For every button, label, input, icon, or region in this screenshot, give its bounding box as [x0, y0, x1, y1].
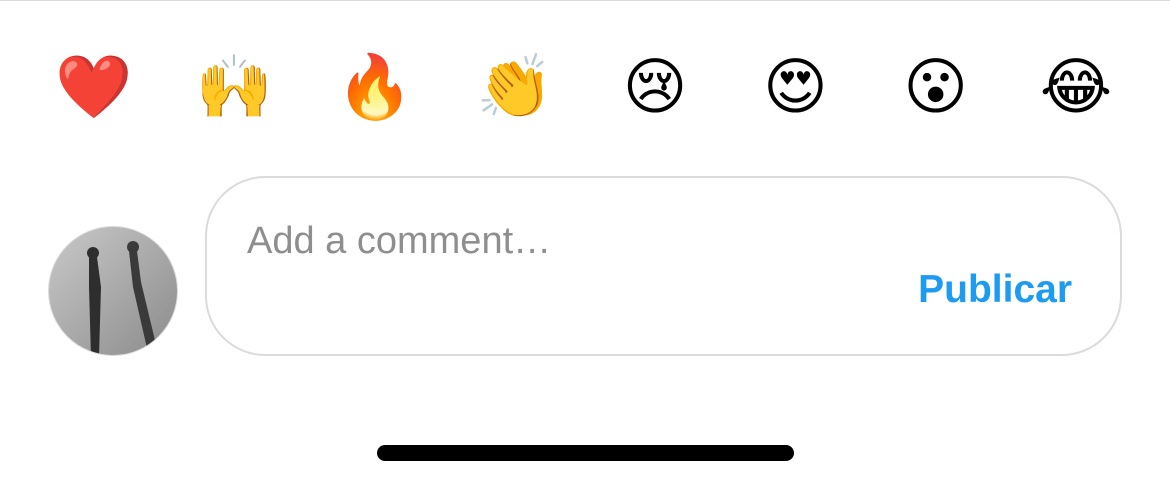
surprised-face-icon[interactable]: 😮 [877, 45, 995, 129]
crying-face-icon[interactable]: 😢 [596, 45, 714, 129]
heart-eyes-face-icon[interactable]: 😍 [736, 45, 854, 129]
post-comment-button[interactable]: Publicar [918, 268, 1072, 312]
avatar[interactable] [48, 226, 178, 356]
comment-field-container: Publicar [205, 176, 1122, 356]
fire-icon[interactable]: 🔥 [316, 45, 434, 129]
tears-of-joy-face-icon[interactable]: 😂 [1017, 45, 1135, 129]
comment-composer-screen: ❤️ 🙌 🔥 👏 😢 😍 😮 😂 Publicar [0, 0, 1170, 483]
home-indicator [377, 445, 794, 461]
red-heart-icon[interactable]: ❤️ [35, 45, 153, 129]
avatar-image [49, 227, 177, 355]
comment-input[interactable] [247, 216, 847, 316]
raising-hands-icon[interactable]: 🙌 [175, 45, 293, 129]
clapping-hands-icon[interactable]: 👏 [456, 45, 574, 129]
emoji-reaction-bar: ❤️ 🙌 🔥 👏 😢 😍 😮 😂 [35, 45, 1135, 129]
